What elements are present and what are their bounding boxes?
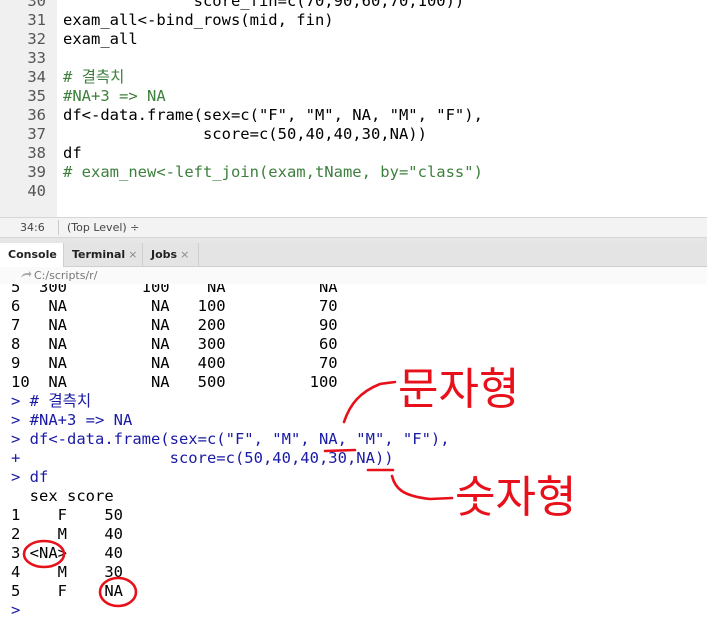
- editor-line[interactable]: 40: [0, 182, 707, 201]
- close-icon[interactable]: ×: [128, 248, 137, 261]
- console-input-line: >: [11, 601, 21, 619]
- console-input-line: > df: [11, 468, 49, 486]
- code-text: df: [63, 144, 82, 162]
- console-output-line: 9 NA NA 400 70: [11, 354, 338, 372]
- tab-console[interactable]: Console: [0, 243, 64, 267]
- code-text: score_fin=c(70,90,60,70,100)): [63, 0, 465, 10]
- line-number: 39: [27, 163, 46, 181]
- working-directory-path: C:/scripts/r/: [34, 269, 98, 282]
- go-to-directory-icon[interactable]: [20, 270, 32, 280]
- editor-line[interactable]: 37 score=c(50,40,40,30,NA)): [0, 125, 707, 144]
- line-number: 37: [27, 125, 46, 143]
- line-number: 36: [27, 106, 46, 124]
- console-output-line: 10 NA NA 500 100: [11, 373, 338, 391]
- console-output-line: 3 <NA> 40: [11, 544, 123, 562]
- editor-line[interactable]: 36 df<-data.frame(sex=c("F", "M", NA, "M"…: [0, 106, 707, 125]
- tab-terminal[interactable]: Terminal ×: [64, 243, 143, 266]
- console-input-line: > df<-data.frame(sex=c("F", "M", NA, "M"…: [11, 430, 450, 448]
- label-numeric-type: 숫자형: [455, 472, 576, 523]
- close-icon[interactable]: ×: [180, 248, 189, 261]
- working-directory-bar: C:/scripts/r/: [0, 267, 707, 284]
- label-character-type: 문자형: [398, 364, 519, 415]
- line-number: 30: [27, 0, 46, 10]
- status-separator: [58, 220, 59, 235]
- code-text: # 결측치: [63, 68, 125, 86]
- console-output-line: 5 300 100 NA NA: [11, 284, 338, 296]
- editor-line[interactable]: 32 exam_all: [0, 30, 707, 49]
- tab-terminal-label: Terminal: [72, 248, 126, 261]
- line-number: 38: [27, 144, 46, 162]
- editor-line[interactable]: 30 score_fin=c(70,90,60,70,100)): [0, 0, 707, 11]
- line-number: 40: [27, 182, 46, 200]
- line-number: 35: [27, 87, 46, 105]
- console-input-line: + score=c(50,40,40,30,NA)): [11, 449, 394, 467]
- line-number: 34: [27, 68, 46, 86]
- code-text: #NA+3 => NA: [63, 87, 166, 105]
- code-text: df<-data.frame(sex=c("F", "M", NA, "M", …: [63, 106, 483, 124]
- code-text: # exam_new<-left_join(exam,tName, by="cl…: [63, 163, 483, 181]
- source-editor[interactable]: 30 score_fin=c(70,90,60,70,100)) 31 exam_a…: [0, 0, 707, 217]
- editor-line[interactable]: 33: [0, 49, 707, 68]
- tab-jobs-label: Jobs: [151, 248, 178, 261]
- console-output-line: 4 M 30: [11, 563, 123, 581]
- console-output-line: 6 NA NA 100 70: [11, 297, 338, 315]
- editor-line[interactable]: 38 df: [0, 144, 707, 163]
- line-number: 32: [27, 30, 46, 48]
- scope-selector[interactable]: (Top Level) ÷: [67, 221, 139, 234]
- line-number: 31: [27, 11, 46, 29]
- console-output-line: 7 NA NA 200 90: [11, 316, 338, 334]
- code-text: score=c(50,40,40,30,NA)): [63, 125, 427, 143]
- console-input-line: > # 결측치: [11, 392, 92, 410]
- editor-line[interactable]: 34 # 결측치: [0, 68, 707, 87]
- console-output-line: 2 M 40: [11, 525, 123, 543]
- console-output-line: 8 NA NA 300 60: [11, 335, 338, 353]
- console-pane-tabs: Console Terminal × Jobs ×: [0, 243, 707, 267]
- tab-console-label: Console: [8, 248, 57, 261]
- editor-line[interactable]: 31 exam_all<-bind_rows(mid, fin): [0, 11, 707, 30]
- console-output-line: 5 F NA: [11, 582, 123, 600]
- tab-jobs[interactable]: Jobs ×: [143, 243, 199, 266]
- cursor-position: 34:6: [20, 221, 45, 234]
- console-output[interactable]: 5 300 100 NA NA 6 NA NA 100 70 7 NA NA 200…: [0, 284, 707, 620]
- code-text: exam_all: [63, 30, 138, 48]
- console-input-line: > #NA+3 => NA: [11, 411, 133, 429]
- console-output-line: 1 F 50: [11, 506, 123, 524]
- editor-line[interactable]: 39 # exam_new<-left_join(exam,tName, by="…: [0, 163, 707, 182]
- arrow-to-num-label: [390, 474, 454, 501]
- code-text: exam_all<-bind_rows(mid, fin): [63, 11, 334, 29]
- editor-line[interactable]: 35 #NA+3 => NA: [0, 87, 707, 106]
- line-number: 33: [27, 49, 46, 67]
- arrow-to-char-label: [342, 380, 397, 424]
- console-output-line: sex score: [11, 487, 114, 505]
- editor-status-bar: 34:6 (Top Level) ÷: [0, 217, 707, 238]
